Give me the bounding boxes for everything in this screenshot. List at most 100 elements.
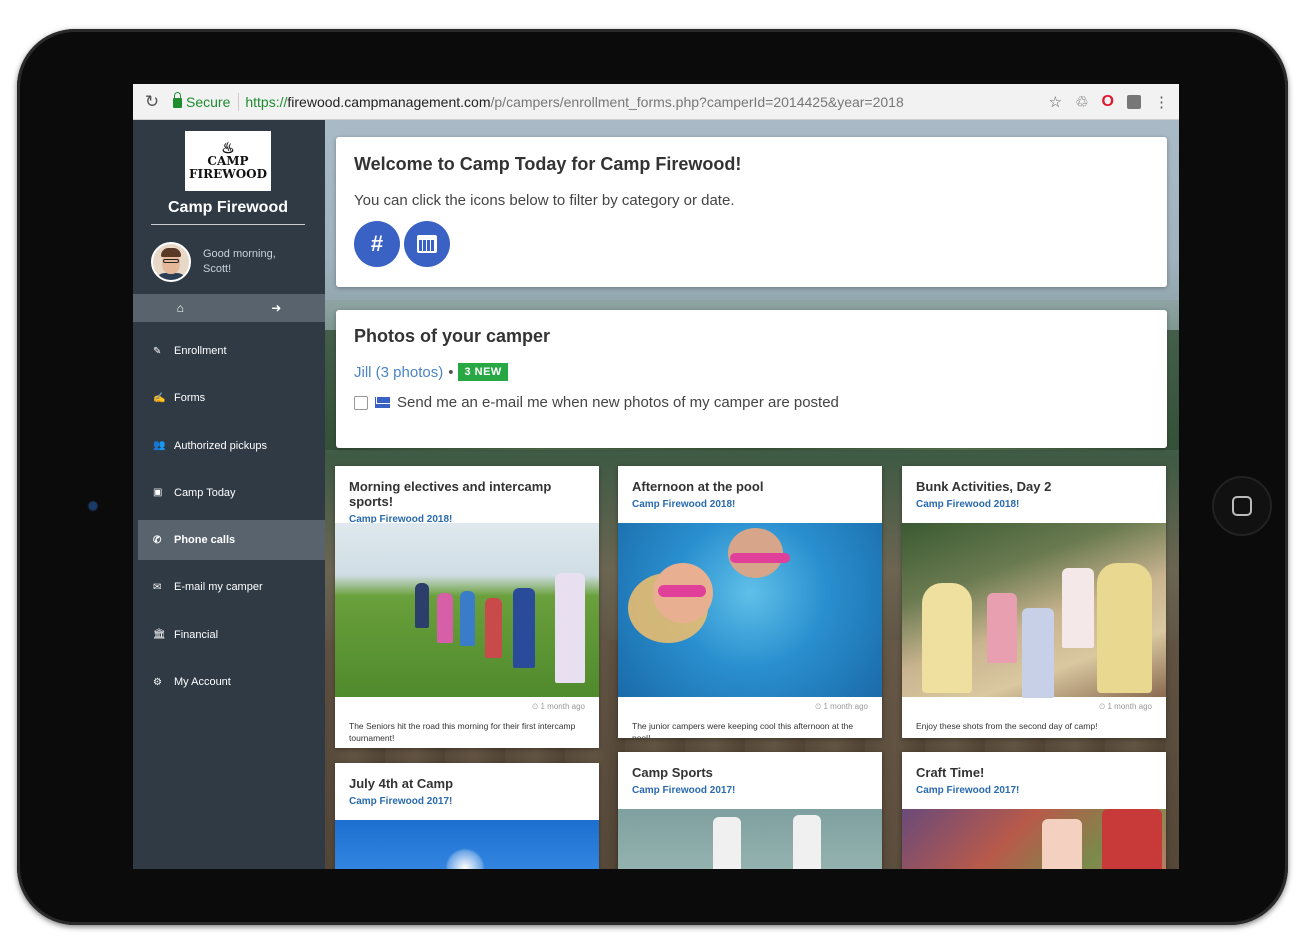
filter-buttons: #: [354, 221, 1149, 267]
sidebar-item-label: Authorized pickups: [174, 439, 267, 452]
post-photo[interactable]: [902, 523, 1166, 698]
sidebar-item-label: E-mail my camper: [174, 581, 263, 594]
post-album[interactable]: Camp Firewood 2017!: [335, 791, 599, 807]
flame-icon: ♨: [221, 139, 235, 157]
sidebar-item-label: Camp Today: [174, 486, 236, 499]
main-content: Welcome to Camp Today for Camp Firewood!…: [325, 120, 1179, 869]
home-square-icon: [1232, 496, 1252, 516]
extension-icon[interactable]: [1127, 95, 1141, 109]
welcome-title: Welcome to Camp Today for Camp Firewood!: [354, 154, 742, 174]
reload-icon[interactable]: ↻: [137, 92, 167, 112]
sidebar-item-label: Phone calls: [174, 534, 236, 547]
post-card[interactable]: Bunk Activities, Day 2 Camp Firewood 201…: [902, 466, 1166, 738]
menu-icon[interactable]: ⋮: [1154, 93, 1169, 111]
recycle-icon[interactable]: ♲: [1075, 93, 1088, 111]
opera-icon[interactable]: O: [1102, 93, 1114, 111]
address-bar[interactable]: https://firewood.campmanagement.com/p/ca…: [239, 94, 903, 110]
post-time: ⏲ 1 month ago: [1099, 702, 1152, 711]
sidebar-item-label: Financial: [174, 628, 219, 641]
pencil-icon: ✎: [153, 345, 162, 357]
star-icon[interactable]: ☆: [1049, 93, 1062, 111]
post-time: ⏲ 1 month ago: [532, 702, 585, 711]
sign-out-icon[interactable]: ➜: [271, 301, 281, 315]
edit-icon: ✍: [153, 392, 166, 404]
sidebar-item-label: Enrollment: [174, 345, 227, 357]
sidebar-nav: ✎ Enrollment ✍ Forms 👥 Authorized pickups ▣…: [133, 331, 325, 709]
sidebar-item-enrollment[interactable]: ✎ Enrollment: [133, 331, 325, 371]
sidebar-item-my-account[interactable]: ⚙ My Account: [133, 662, 325, 702]
post-photo[interactable]: [335, 820, 599, 869]
calendar-icon: [417, 235, 437, 253]
sidebar-item-financial[interactable]: 🏛 Financial: [133, 615, 325, 655]
welcome-card: Welcome to Camp Today for Camp Firewood!…: [336, 137, 1167, 287]
notify-checkbox[interactable]: [354, 395, 368, 410]
lock-icon: [173, 92, 182, 108]
post-caption: The junior campers were keeping cool thi…: [632, 721, 854, 738]
category-filter-button[interactable]: #: [354, 221, 400, 267]
envelope-icon: ✉: [153, 581, 162, 593]
post-title[interactable]: Camp Sports: [618, 752, 882, 780]
notify-label[interactable]: Send me an e-mail me when new photos of …: [397, 394, 839, 411]
post-card[interactable]: Camp Sports Camp Firewood 2017!: [618, 752, 882, 869]
bank-icon: 🏛: [153, 629, 166, 641]
date-filter-button[interactable]: [404, 221, 450, 267]
url-path: /p/campers/enrollment_forms.php?camperId…: [490, 93, 904, 110]
post-album[interactable]: Camp Firewood 2018!: [618, 494, 882, 510]
tablet-home-button[interactable]: [1212, 476, 1272, 536]
url-host: firewood.campmanagement.com: [287, 93, 491, 110]
url-scheme: https://: [245, 93, 288, 110]
sidebar-item-forms[interactable]: ✍ Forms: [133, 378, 325, 418]
welcome-text: You can click the icons below to filter …: [354, 192, 735, 209]
sidebar-item-camp-today[interactable]: ▣ Camp Today: [133, 473, 325, 513]
post-card[interactable]: Morning electives and intercamp sports! …: [335, 466, 599, 748]
notify-row: Send me an e-mail me when new photos of …: [354, 394, 1149, 411]
secure-label: Secure: [186, 93, 231, 110]
secure-indicator[interactable]: Secure: [167, 92, 240, 111]
post-card[interactable]: Craft Time! Camp Firewood 2017!: [902, 752, 1166, 869]
camper-photos-row: Jill (3 photos) • 3 NEW: [354, 363, 1149, 381]
greeting-text: Good morning, Scott!: [203, 247, 283, 277]
camper-photos-link[interactable]: Jill (3 photos): [354, 364, 443, 381]
separator: •: [448, 363, 454, 381]
home-icon[interactable]: ⌂: [177, 301, 184, 315]
avatar[interactable]: [151, 242, 191, 282]
browser-toolbar: ↻ Secure https://firewood.campmanagement…: [133, 84, 1179, 120]
gear-icon: ⚙: [153, 676, 162, 688]
post-album[interactable]: Camp Firewood 2018!: [902, 494, 1166, 510]
post-album[interactable]: Camp Firewood 2017!: [902, 780, 1166, 796]
quick-action-bar: ⌂ ➜: [133, 294, 325, 322]
sidebar-item-phone-calls[interactable]: ✆ Phone calls: [138, 520, 325, 561]
post-title[interactable]: Craft Time!: [902, 752, 1166, 780]
camp-name: Camp Firewood: [151, 199, 305, 225]
envelope-icon: [375, 397, 390, 408]
post-title[interactable]: Bunk Activities, Day 2: [902, 466, 1166, 494]
post-title[interactable]: Morning electives and intercamp sports!: [335, 466, 599, 509]
sidebar: ♨ CAMP FIREWOOD Camp Firewood Good morni…: [133, 120, 325, 869]
post-title[interactable]: July 4th at Camp: [335, 763, 599, 791]
post-album[interactable]: Camp Firewood 2017!: [618, 780, 882, 796]
logo-line-2: FIREWOOD: [188, 167, 268, 181]
camp-logo[interactable]: ♨ CAMP FIREWOOD: [185, 131, 271, 191]
sidebar-item-email-my-camper[interactable]: ✉ E-mail my camper: [133, 567, 325, 607]
image-icon: ▣: [153, 487, 163, 499]
sidebar-item-authorized-pickups[interactable]: 👥 Authorized pickups: [133, 426, 325, 466]
sidebar-item-label: Forms: [174, 392, 206, 405]
post-photo[interactable]: [618, 809, 882, 869]
post-photo[interactable]: [335, 523, 599, 697]
users-icon: 👥: [153, 440, 166, 452]
browser-icons: ☆ ♲ O ⋮: [1049, 84, 1169, 120]
post-photo[interactable]: [902, 809, 1166, 869]
hashtag-icon: #: [370, 231, 384, 256]
greeting-line-2: Scott!: [203, 263, 232, 275]
screen: ↻ Secure https://firewood.campmanagement…: [133, 84, 1179, 869]
post-photo[interactable]: [618, 523, 882, 697]
camera-dot: [89, 502, 97, 510]
post-card[interactable]: July 4th at Camp Camp Firewood 2017!: [335, 763, 599, 869]
sidebar-item-label: My Account: [174, 676, 231, 689]
post-caption: The Seniors hit the road this morning fo…: [349, 721, 576, 743]
photos-title: Photos of your camper: [354, 326, 551, 346]
post-card[interactable]: Afternoon at the pool Camp Firewood 2018…: [618, 466, 882, 738]
greeting-line-1: Good morning,: [203, 248, 276, 260]
post-time: ⏲ 1 month ago: [815, 702, 868, 711]
post-title[interactable]: Afternoon at the pool: [618, 466, 882, 494]
